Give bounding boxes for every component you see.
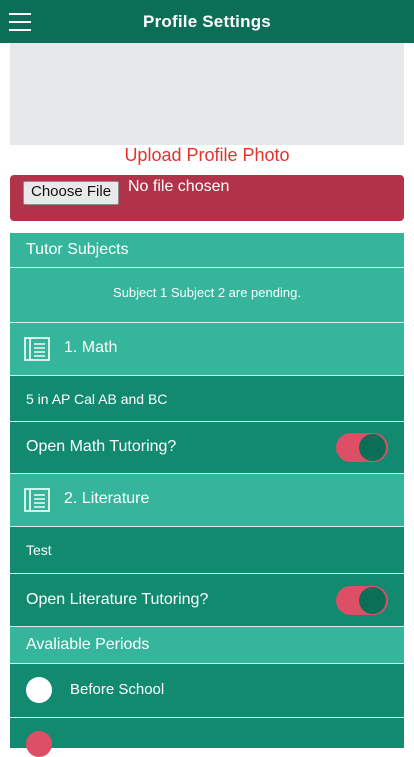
choose-file-button[interactable]: Choose File bbox=[23, 181, 120, 205]
pending-notice: Subject 1 Subject 2 are pending. bbox=[10, 268, 404, 323]
period-radio-button[interactable] bbox=[26, 677, 52, 703]
period-label: Before School bbox=[70, 681, 165, 698]
subject-item-math[interactable]: 1. Math bbox=[10, 323, 404, 376]
tutor-subjects-title: Tutor Subjects bbox=[26, 241, 129, 258]
available-periods-header: Avaliable Periods bbox=[10, 627, 404, 664]
literature-tutoring-toggle-row: Open Literature Tutoring? bbox=[10, 574, 404, 627]
subject-description-text: 5 in AP Cal AB and BC bbox=[26, 391, 168, 407]
math-tutoring-toggle[interactable] bbox=[336, 433, 388, 462]
period-radio-button[interactable] bbox=[26, 731, 52, 757]
subject-description: 5 in AP Cal AB and BC bbox=[10, 376, 404, 422]
math-tutoring-toggle-row: Open Math Tutoring? bbox=[10, 422, 404, 474]
upload-profile-photo-label[interactable]: Upload Profile Photo bbox=[0, 145, 414, 166]
toggle-label: Open Math Tutoring? bbox=[26, 438, 177, 455]
available-periods-title: Avaliable Periods bbox=[26, 636, 150, 653]
profile-photo-placeholder[interactable] bbox=[10, 43, 404, 145]
top-app-bar: Profile Settings bbox=[0, 0, 414, 43]
file-status-text: No file chosen bbox=[128, 178, 230, 195]
tutor-subjects-header: Tutor Subjects bbox=[10, 233, 404, 268]
subject-label: 2. Literature bbox=[64, 490, 150, 507]
period-item-next[interactable] bbox=[10, 718, 404, 757]
subject-description-text: Test bbox=[26, 542, 52, 558]
toggle-knob bbox=[359, 434, 386, 461]
subject-label: 1. Math bbox=[64, 339, 118, 356]
book-list-icon bbox=[24, 488, 50, 512]
file-input-box: Choose File No file chosen bbox=[10, 175, 404, 221]
pending-text: Subject 1 Subject 2 are pending. bbox=[113, 285, 301, 300]
book-list-icon bbox=[24, 337, 50, 361]
toggle-label: Open Literature Tutoring? bbox=[26, 591, 209, 608]
page-title: Profile Settings bbox=[143, 12, 271, 31]
subject-item-literature[interactable]: 2. Literature bbox=[10, 474, 404, 527]
literature-tutoring-toggle[interactable] bbox=[336, 586, 388, 615]
toggle-knob bbox=[359, 587, 386, 614]
period-item-before-school[interactable]: Before School bbox=[10, 664, 404, 718]
subject-description: Test bbox=[10, 527, 404, 574]
